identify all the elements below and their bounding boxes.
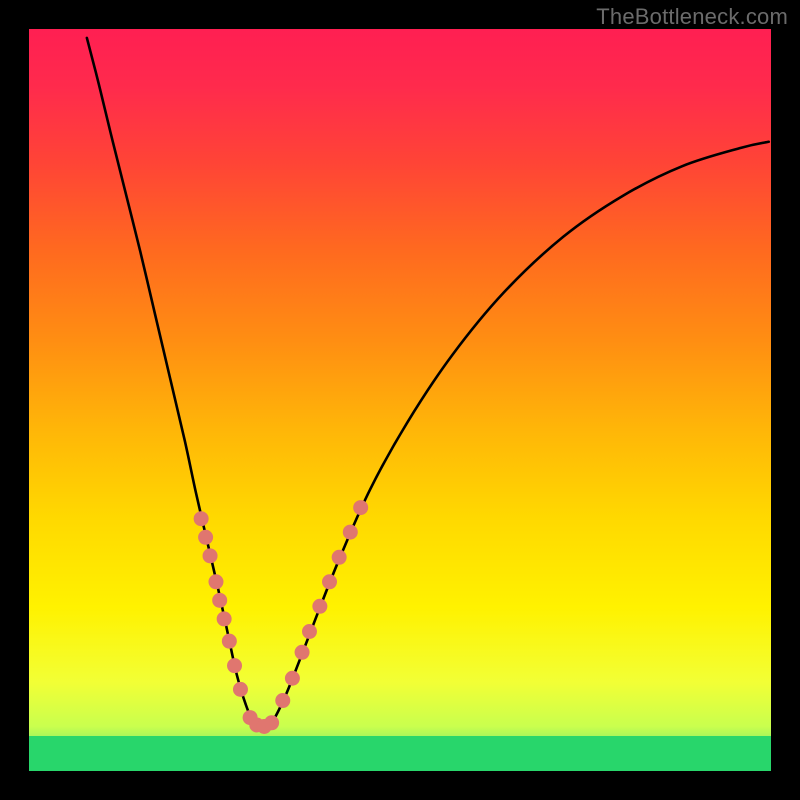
curve-marker [332, 550, 347, 565]
curve-marker [353, 500, 368, 515]
curve-marker [295, 645, 310, 660]
green-bottom-band [29, 736, 771, 771]
curve-marker [285, 671, 300, 686]
curve-marker [212, 593, 227, 608]
curve-marker [343, 525, 358, 540]
chart-svg [0, 0, 800, 800]
gradient-background [29, 29, 771, 771]
curve-marker [194, 511, 209, 526]
plot-area [29, 29, 771, 771]
curve-marker [208, 574, 223, 589]
curve-marker [322, 574, 337, 589]
curve-marker [198, 530, 213, 545]
curve-marker [222, 634, 237, 649]
curve-marker [275, 693, 290, 708]
watermark-text: TheBottleneck.com [596, 4, 788, 30]
curve-marker [264, 715, 279, 730]
curve-marker [302, 624, 317, 639]
curve-marker [217, 611, 232, 626]
curve-marker [312, 599, 327, 614]
curve-marker [233, 682, 248, 697]
curve-marker [227, 658, 242, 673]
curve-marker [203, 548, 218, 563]
